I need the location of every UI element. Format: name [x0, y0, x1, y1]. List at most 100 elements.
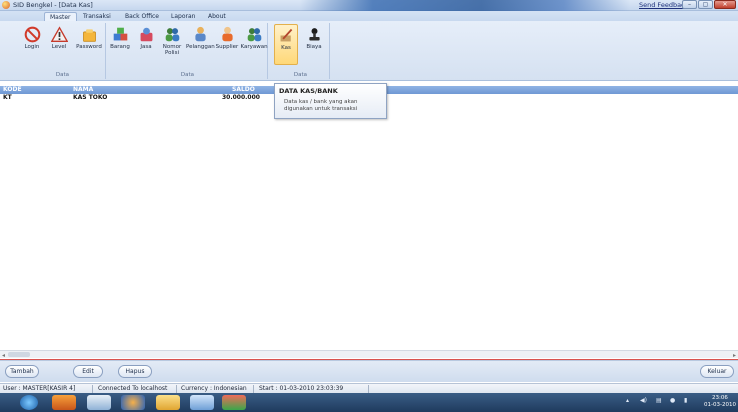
power-icon[interactable]: ●	[670, 397, 675, 404]
tab-about[interactable]: About	[203, 12, 231, 21]
status-start: Start : 01-03-2010 23:03:39	[259, 385, 344, 392]
employees-icon	[247, 28, 261, 42]
start-icon[interactable]	[20, 395, 38, 410]
password-button[interactable]: Password	[74, 24, 104, 50]
taskbar: ▴ ◀) ▤ ● ▮ 23:06 01-03-2010	[0, 393, 738, 412]
pelanggan-button[interactable]: Pelanggan	[186, 24, 215, 50]
media-player-icon[interactable]	[52, 395, 76, 410]
cell-kode: KT	[3, 94, 12, 101]
edit-button[interactable]: Edit	[73, 365, 103, 378]
nomor-polisi-label: Nomor Polisi	[162, 44, 182, 56]
menu-tabs: Master Transaksi Back Office Laporan Abo…	[0, 11, 738, 21]
status-bar: User : MASTER[KASIR 4] Connected To loca…	[0, 383, 738, 393]
boxes-icon	[113, 27, 127, 41]
tambah-button[interactable]: Tambah	[5, 365, 39, 378]
close-button[interactable]: ✕	[714, 0, 736, 9]
people-icon	[165, 28, 179, 42]
level-button[interactable]: Level	[47, 24, 71, 50]
supplier-label: Supplier	[215, 44, 239, 50]
status-separator	[368, 385, 369, 393]
jasa-label: Jasa	[140, 44, 152, 50]
volume-icon[interactable]: ◀)	[640, 397, 647, 404]
supplier-icon	[221, 26, 233, 42]
column-saldo[interactable]: SALDO	[232, 86, 255, 94]
ribbon-group-data-1: Login Level Password Data	[20, 23, 106, 79]
app-icon[interactable]	[2, 1, 10, 9]
footer-toolbar: Tambah Edit Hapus Keluar	[0, 360, 738, 382]
ribbon-group-data-3: Kas Biaya Data	[272, 23, 330, 79]
status-separator	[176, 385, 177, 393]
no-entry-icon	[24, 26, 40, 43]
title-area: SID Bengkel - [Data Kas]	[2, 1, 93, 9]
column-kode[interactable]: KODE	[3, 86, 22, 94]
network-icon[interactable]: ▤	[656, 397, 662, 404]
title-bar-gradient	[300, 0, 630, 11]
app-taskbar-icon[interactable]	[222, 395, 246, 410]
karyawan-button[interactable]: Karyawan	[240, 24, 268, 50]
tray-arrow-icon[interactable]: ▴	[626, 397, 629, 404]
kas-button[interactable]: Kas	[274, 24, 298, 65]
karyawan-label: Karyawan	[240, 44, 268, 50]
cell-saldo: 30.000.000	[222, 94, 260, 101]
kas-tooltip: DATA KAS/BANK Data kas / bank yang akan …	[274, 83, 387, 119]
clock-time: 23:06	[712, 395, 728, 401]
login-button[interactable]: Login	[20, 24, 44, 50]
ribbon: Login Level Password Data Barang Jasa No…	[0, 21, 738, 81]
jasa-button[interactable]: Jasa	[134, 24, 158, 50]
pelanggan-label: Pelanggan	[186, 44, 215, 50]
tab-laporan[interactable]: Laporan	[166, 12, 200, 21]
window-title: SID Bengkel - [Data Kas]	[13, 1, 93, 9]
tooltip-body: Data kas / bank yang akan digunakan untu…	[284, 99, 358, 112]
scroll-right-icon[interactable]: ▸	[733, 352, 736, 359]
supplier-button[interactable]: Supplier	[214, 24, 240, 50]
tab-master[interactable]: Master	[44, 12, 77, 21]
customer-icon	[194, 26, 206, 42]
barang-button[interactable]: Barang	[108, 24, 132, 50]
tab-back-office[interactable]: Back Office	[120, 12, 164, 21]
status-separator	[92, 385, 93, 393]
explorer-icon[interactable]	[156, 395, 180, 410]
warning-triangle-icon	[50, 26, 68, 42]
status-separator	[253, 385, 254, 393]
ribbon-group-data-2: Barang Jasa Nomor Polisi Pelanggan Suppl…	[108, 23, 268, 79]
group-title: Data	[180, 72, 195, 78]
minimize-button[interactable]: –	[682, 0, 697, 9]
title-bar: SID Bengkel - [Data Kas] Send Feedback –…	[0, 0, 738, 11]
group-title: Data	[55, 72, 70, 78]
clock-date: 01-03-2010	[704, 402, 736, 408]
browser-icon[interactable]	[121, 395, 145, 410]
status-user: User : MASTER[KASIR 4]	[3, 385, 76, 392]
level-label: Level	[51, 44, 67, 50]
status-connection: Connected To localhost	[98, 385, 168, 392]
hapus-button[interactable]: Hapus	[118, 365, 152, 378]
password-label: Password	[76, 44, 102, 50]
data-grid[interactable]: KODE NAMA SALDO KT KAS TOKO 30.000.000	[0, 86, 738, 350]
biaya-label: Biaya	[306, 44, 322, 50]
group-title: Data	[293, 72, 308, 78]
scroll-thumb[interactable]	[8, 352, 30, 357]
cell-nama: KAS TOKO	[73, 94, 108, 101]
status-currency: Currency : Indonesian	[181, 385, 247, 392]
clock[interactable]: 23:06 01-03-2010	[704, 395, 736, 409]
kas-label: Kas	[281, 45, 291, 51]
tooltip-title: DATA KAS/BANK	[279, 87, 338, 95]
maximize-button[interactable]: ▢	[698, 0, 713, 9]
horizontal-scrollbar[interactable]: ◂ ▸	[0, 350, 738, 359]
cost-stamp-icon	[308, 28, 320, 41]
login-label: Login	[24, 44, 40, 50]
column-nama[interactable]: NAMA	[73, 86, 93, 94]
cash-pen-icon	[280, 28, 292, 42]
window-icon[interactable]	[190, 395, 214, 410]
scroll-left-icon[interactable]: ◂	[2, 352, 5, 359]
biaya-button[interactable]: Biaya	[302, 24, 326, 50]
key-folder-icon	[82, 29, 96, 42]
signal-icon[interactable]: ▮	[684, 397, 687, 404]
barang-label: Barang	[110, 44, 130, 50]
window-controls: – ▢ ✕	[682, 0, 736, 9]
folder-icon[interactable]	[87, 395, 111, 410]
service-icon	[140, 27, 152, 42]
keluar-button[interactable]: Keluar	[700, 365, 734, 378]
send-feedback-link[interactable]: Send Feedback	[639, 1, 688, 9]
nomor-polisi-button[interactable]: Nomor Polisi	[160, 24, 184, 56]
tab-transaksi[interactable]: Transaksi	[78, 12, 116, 21]
